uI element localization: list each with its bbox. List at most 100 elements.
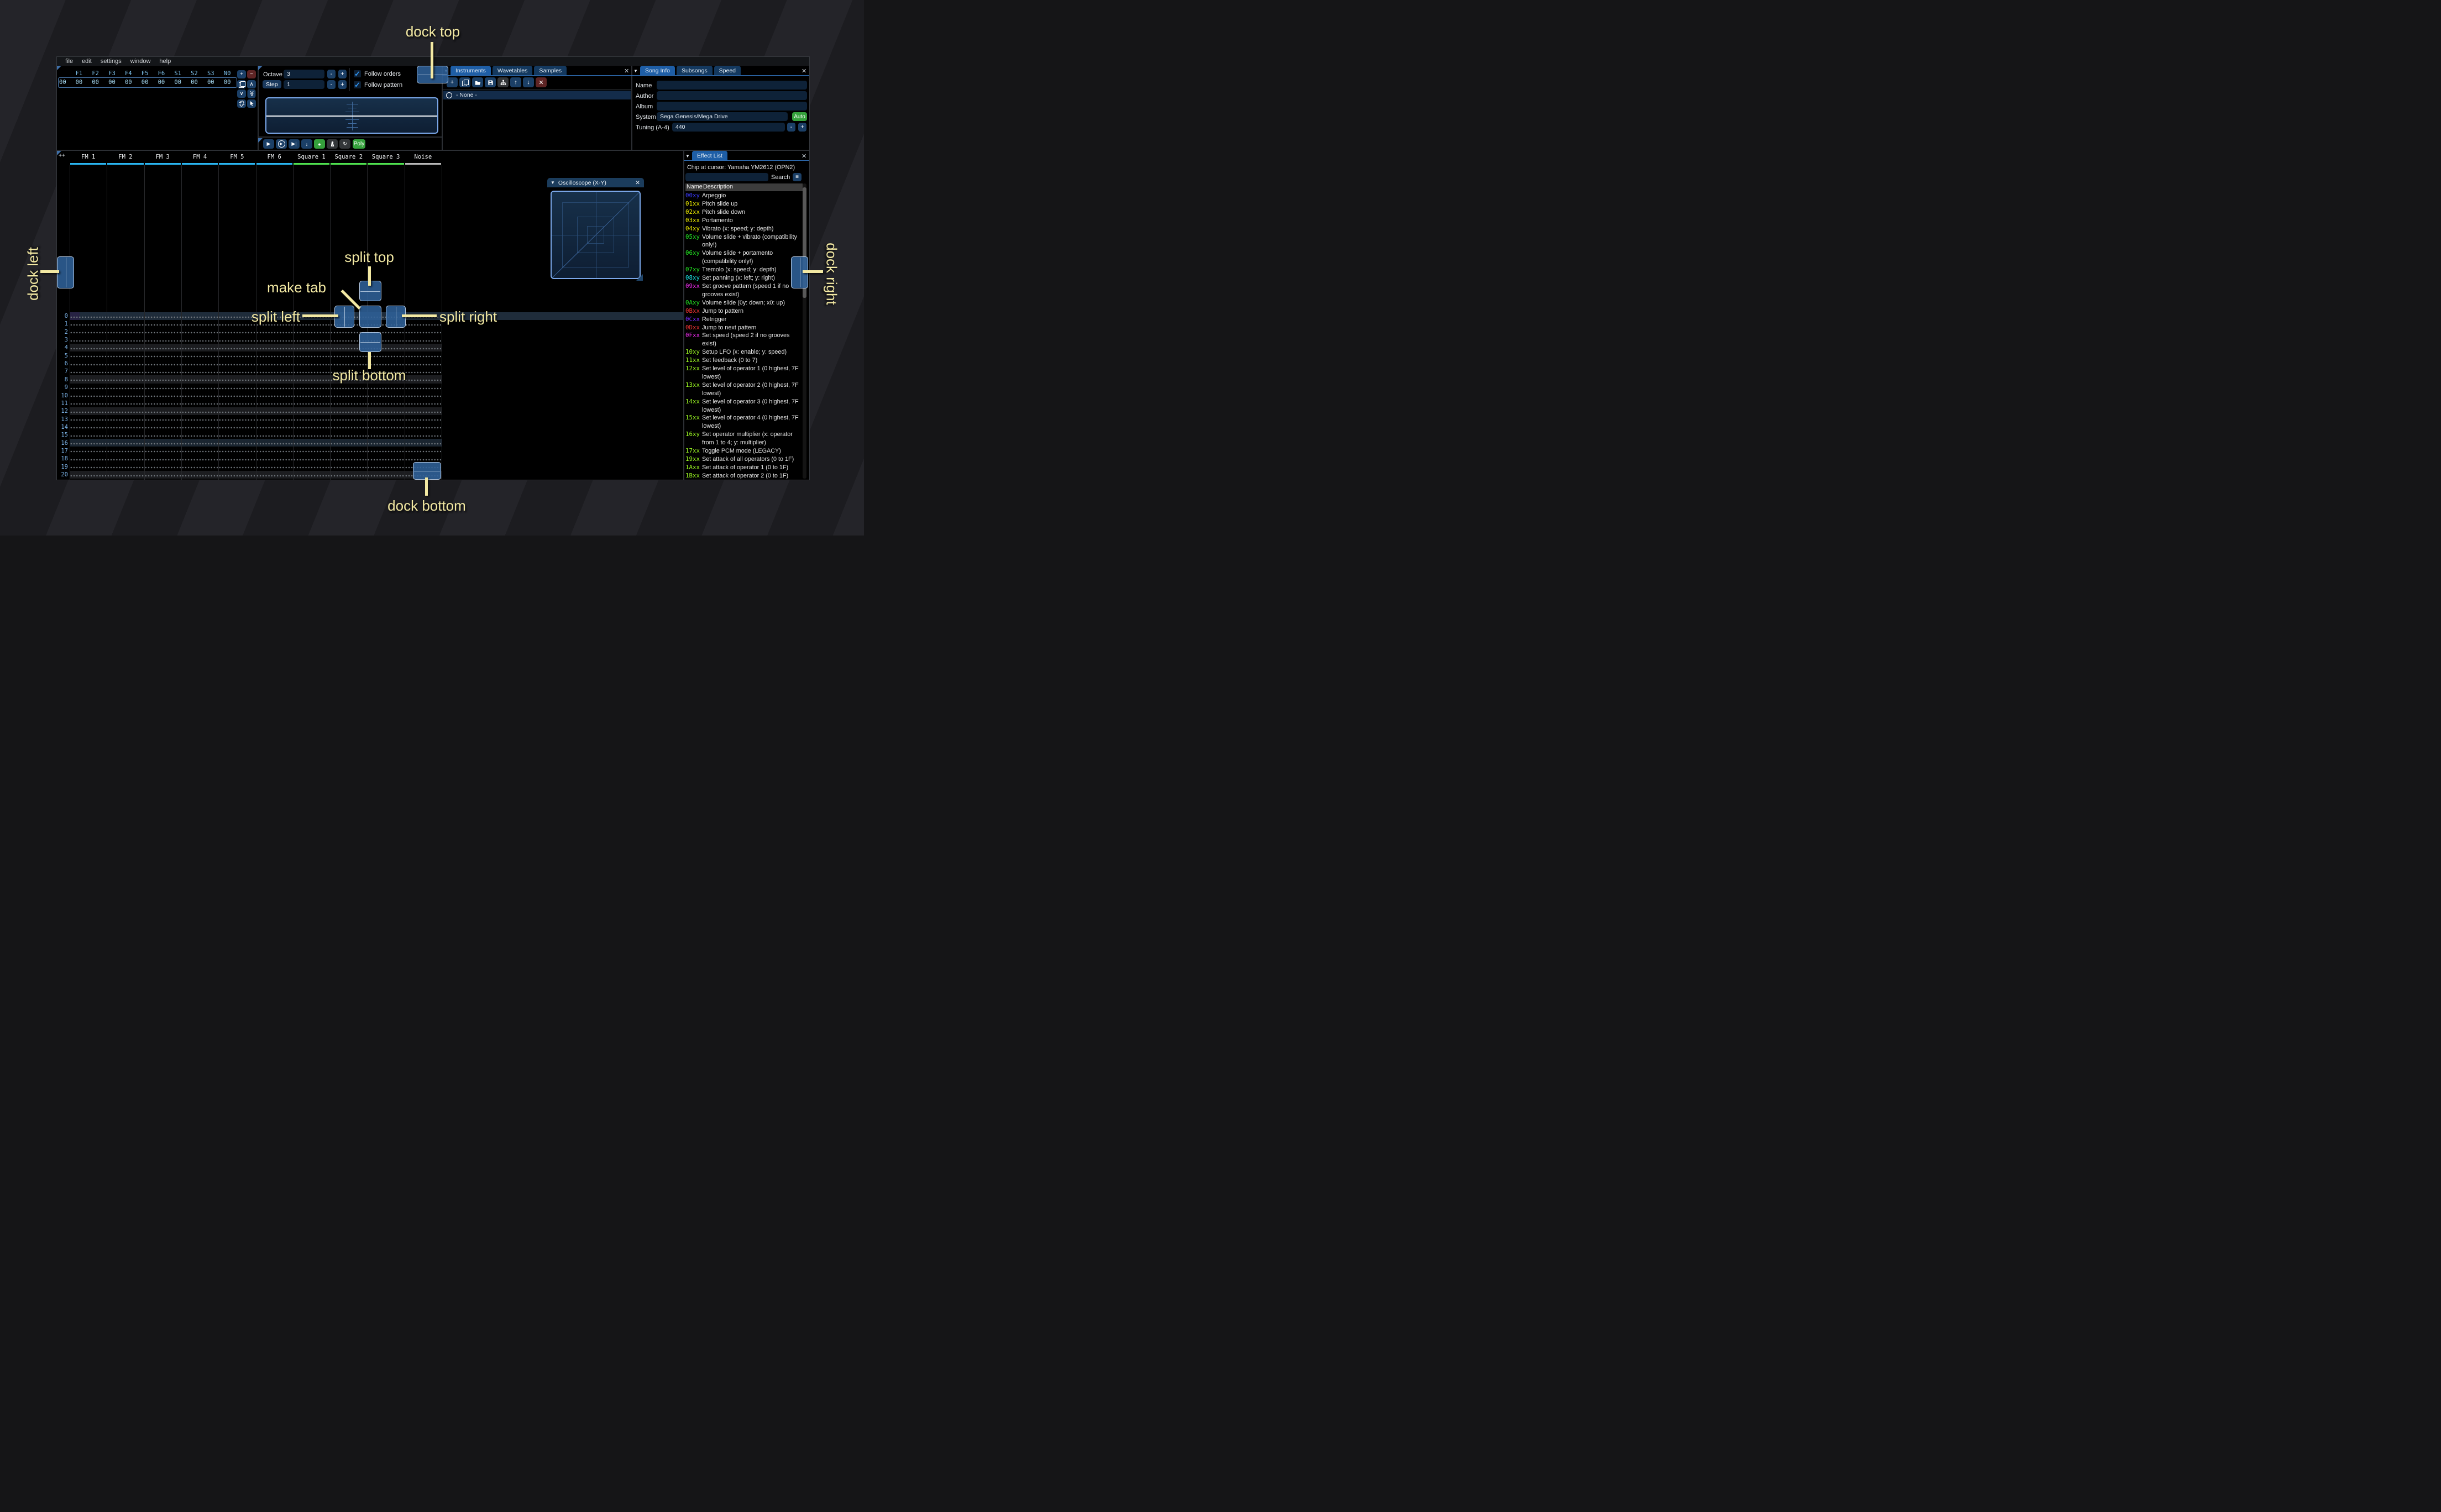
pattern-cell[interactable]: [219, 470, 255, 479]
orders-column-header[interactable]: S1: [170, 70, 186, 77]
effect-list-item[interactable]: 14xx Set level of operator 3 (0 highest, …: [685, 398, 804, 414]
menu-item-file[interactable]: file: [61, 58, 77, 65]
column-name[interactable]: Name: [685, 183, 703, 191]
pattern-cell[interactable]: [181, 335, 218, 344]
orders-column-header[interactable]: F1: [71, 70, 87, 77]
pattern-cell[interactable]: [144, 375, 181, 384]
close-icon[interactable]: ✕: [802, 153, 806, 160]
effect-list-item[interactable]: 13xx Set level of operator 2 (0 highest, …: [685, 381, 804, 398]
pattern-cell[interactable]: [256, 367, 292, 376]
pattern-cell[interactable]: [70, 359, 107, 368]
instrument-save-button[interactable]: [485, 77, 496, 87]
pattern-cell[interactable]: [107, 407, 144, 416]
transport-stop-button[interactable]: ●: [314, 139, 325, 149]
pattern-cell[interactable]: [144, 439, 181, 447]
pattern-cell[interactable]: [293, 447, 330, 455]
pattern-cell[interactable]: [293, 383, 330, 391]
pattern-cell[interactable]: [107, 447, 144, 455]
pattern-cell[interactable]: [144, 319, 181, 328]
pattern-cell[interactable]: [219, 367, 255, 376]
pattern-cell[interactable]: [70, 335, 107, 344]
pattern-cell[interactable]: [405, 391, 441, 400]
tab-instruments-wavetables[interactable]: Wavetables: [492, 66, 533, 75]
orders-cell[interactable]: 00: [137, 79, 153, 86]
pattern-cell[interactable]: [107, 367, 144, 376]
pattern-cell[interactable]: [331, 478, 367, 480]
pattern-cell[interactable]: [219, 328, 255, 336]
tab-instruments-samples[interactable]: Samples: [534, 66, 567, 75]
follow-pattern-checkbox[interactable]: ✓: [354, 81, 361, 89]
orders-column-header[interactable]: F2: [87, 70, 104, 77]
orders-move-down-button[interactable]: ∨: [237, 90, 246, 98]
tuning-plus-button[interactable]: +: [798, 123, 806, 132]
song-album-input[interactable]: [657, 102, 807, 111]
instrument-add-button[interactable]: +: [447, 77, 458, 87]
pattern-cell[interactable]: [70, 343, 107, 352]
pattern-cell[interactable]: [293, 431, 330, 439]
orders-duplicate-button[interactable]: [237, 80, 246, 88]
tuning-minus-button[interactable]: -: [787, 123, 795, 132]
pattern-cell[interactable]: [107, 359, 144, 368]
pattern-cell[interactable]: [405, 343, 441, 352]
effect-list-item[interactable]: 07xy Tremolo (x: speed; y: depth): [685, 266, 804, 274]
instrument-move-up-button[interactable]: ↑: [510, 77, 521, 87]
menu-item-help[interactable]: help: [155, 58, 175, 65]
pattern-cell[interactable]: [405, 399, 441, 407]
pattern-cell[interactable]: [219, 447, 255, 455]
pattern-cell[interactable]: [181, 367, 218, 376]
pattern-cell[interactable]: [144, 423, 181, 431]
instrument-folder-view-button[interactable]: [497, 77, 509, 87]
orders-double-down-button[interactable]: ≫: [247, 89, 256, 98]
make-tab-target[interactable]: [359, 306, 381, 328]
orders-add-button[interactable]: +: [237, 70, 246, 78]
pattern-cell[interactable]: [181, 328, 218, 336]
pattern-cell[interactable]: [293, 375, 330, 384]
pattern-cell[interactable]: [368, 454, 404, 463]
pattern-cell[interactable]: [331, 447, 367, 455]
pattern-cell[interactable]: [405, 431, 441, 439]
effect-list-item[interactable]: 09xx Set groove pattern (speed 1 if no gr…: [685, 282, 804, 299]
pattern-cell[interactable]: [331, 439, 367, 447]
pattern-cell[interactable]: [405, 439, 441, 447]
effect-list-item[interactable]: 02xx Pitch slide down: [685, 208, 804, 217]
pattern-cell[interactable]: [144, 407, 181, 416]
orders-cell[interactable]: 00: [202, 79, 219, 86]
pattern-cell[interactable]: [181, 319, 218, 328]
pattern-cell[interactable]: [144, 399, 181, 407]
pattern-cell[interactable]: [181, 312, 218, 320]
pattern-cell[interactable]: [181, 343, 218, 352]
pattern-cell[interactable]: [368, 470, 404, 479]
orders-column-header[interactable]: F6: [153, 70, 170, 77]
pattern-cell[interactable]: [293, 335, 330, 344]
menu-item-window[interactable]: window: [127, 58, 155, 65]
pattern-cell[interactable]: [181, 439, 218, 447]
pattern-cell[interactable]: [181, 375, 218, 384]
pattern-cell[interactable]: [181, 407, 218, 416]
pattern-cell[interactable]: [219, 375, 255, 384]
pattern-cell[interactable]: [107, 335, 144, 344]
effect-list-item[interactable]: 0Cxx Retrigger: [685, 316, 804, 324]
tab-song-subsongs[interactable]: Subsongs: [676, 66, 713, 75]
pattern-cell[interactable]: [256, 343, 292, 352]
pattern-cell[interactable]: [219, 335, 255, 344]
pattern-cell[interactable]: [70, 478, 107, 480]
tab-instruments-instruments[interactable]: Instruments: [451, 66, 491, 75]
pattern-cell[interactable]: [107, 351, 144, 360]
pattern-cell[interactable]: [219, 359, 255, 368]
pattern-cell[interactable]: [331, 423, 367, 431]
pattern-cell[interactable]: [219, 415, 255, 423]
pattern-cell[interactable]: [256, 478, 292, 480]
close-icon[interactable]: ✕: [802, 67, 806, 75]
pattern-cell[interactable]: [368, 423, 404, 431]
pattern-cell[interactable]: [256, 439, 292, 447]
close-icon[interactable]: ✕: [624, 67, 629, 75]
pattern-cell[interactable]: [144, 343, 181, 352]
pattern-cell[interactable]: [219, 454, 255, 463]
pattern-cell[interactable]: [70, 312, 107, 320]
pattern-cell[interactable]: [144, 312, 181, 320]
pattern-cell[interactable]: [368, 431, 404, 439]
pattern-cell[interactable]: [293, 423, 330, 431]
song-tuning-a-4--input[interactable]: 440: [672, 123, 785, 132]
effect-search-input[interactable]: [685, 173, 768, 181]
orders-deep-clone-button[interactable]: [237, 99, 246, 108]
